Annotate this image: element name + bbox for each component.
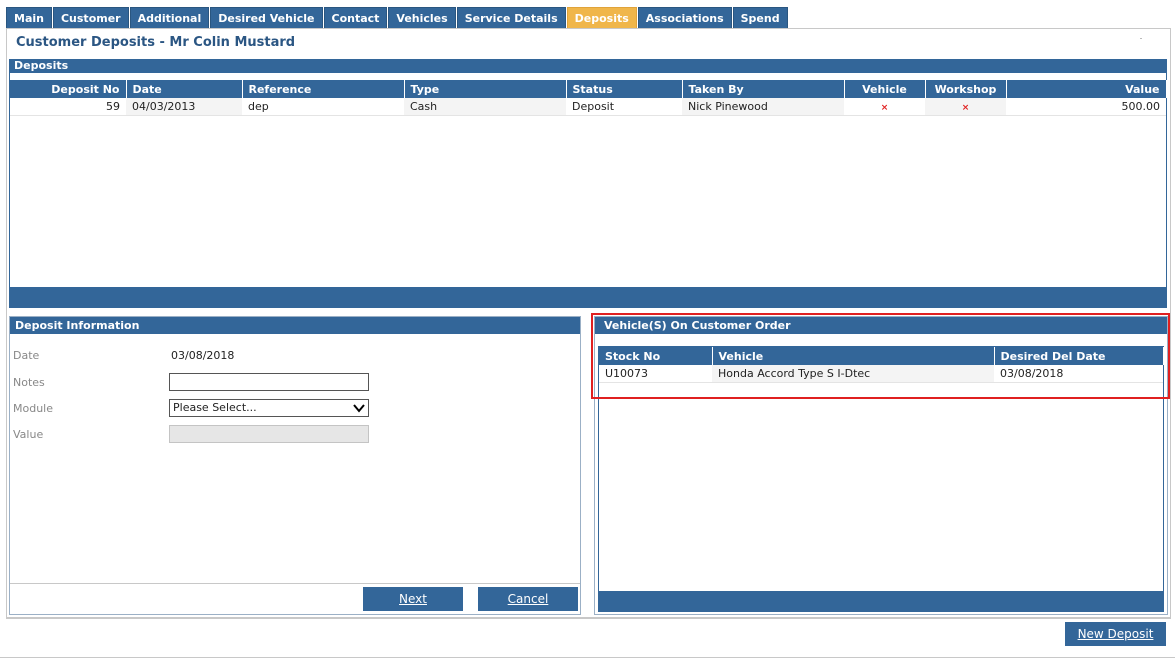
deposits-section-header: Deposits xyxy=(9,59,1167,73)
table-row[interactable]: 59 04/03/2013 dep Cash Deposit Nick Pine… xyxy=(10,98,1166,116)
vehicle-cross-icon: × xyxy=(880,102,889,113)
cell-stock-no: U10073 xyxy=(599,365,712,383)
cell-type: Cash xyxy=(404,98,566,116)
cancel-button[interactable]: Cancel xyxy=(478,587,578,611)
cell-value: 500.00 xyxy=(1006,98,1166,116)
tab-associations[interactable]: Associations xyxy=(637,7,732,28)
tab-deposits[interactable]: Deposits xyxy=(566,7,637,28)
deposits-table: Deposit No Date Reference Type Status Ta… xyxy=(10,80,1167,116)
tab-customer[interactable]: Customer xyxy=(52,7,129,28)
date-value: 03/08/2018 xyxy=(171,349,235,362)
col-stock-no[interactable]: Stock No xyxy=(599,347,713,365)
tab-contact[interactable]: Contact xyxy=(323,7,388,28)
col-vehicle[interactable]: Vehicle xyxy=(844,80,926,98)
deposit-information-header: Deposit Information xyxy=(10,317,580,334)
new-deposit-button[interactable]: New Deposit xyxy=(1065,622,1166,646)
deposits-header-row: Deposit No Date Reference Type Status Ta… xyxy=(10,80,1167,98)
module-selected-value: Please Select... xyxy=(173,401,257,414)
cell-desired-del-date: 03/08/2018 xyxy=(994,365,1163,383)
col-date[interactable]: Date xyxy=(126,80,243,98)
col-vehicle-name[interactable]: Vehicle xyxy=(712,347,995,365)
bottom-divider xyxy=(0,657,1175,658)
cell-date: 04/03/2013 xyxy=(126,98,242,116)
tab-vehicles[interactable]: Vehicles xyxy=(388,7,456,28)
col-status[interactable]: Status xyxy=(566,80,683,98)
cell-status: Deposit xyxy=(566,98,682,116)
tab-main[interactable]: Main xyxy=(6,7,52,28)
col-reference[interactable]: Reference xyxy=(242,80,405,98)
col-type[interactable]: Type xyxy=(404,80,567,98)
module-label: Module xyxy=(13,402,53,415)
tab-additional[interactable]: Additional xyxy=(129,7,210,28)
bottom-action-bar xyxy=(6,618,1171,648)
col-workshop[interactable]: Workshop xyxy=(925,80,1007,98)
notes-label: Notes xyxy=(13,376,45,389)
module-select[interactable]: Please Select... xyxy=(169,399,369,417)
col-deposit-no[interactable]: Deposit No xyxy=(10,80,127,98)
vehicles-grid: Stock No Vehicle Desired Del Date U10073… xyxy=(598,346,1164,612)
col-desired-del-date[interactable]: Desired Del Date xyxy=(994,347,1164,365)
deposit-information-panel: Deposit Information Date 03/08/2018 Note… xyxy=(9,316,581,615)
cell-reference: dep xyxy=(242,98,404,116)
deposits-grid: Deposit No Date Reference Type Status Ta… xyxy=(9,73,1167,308)
col-value[interactable]: Value xyxy=(1006,80,1167,98)
tab-service-details[interactable]: Service Details xyxy=(456,7,566,28)
col-taken-by[interactable]: Taken By xyxy=(682,80,845,98)
tab-spend[interactable]: Spend xyxy=(732,7,788,28)
page-title: Customer Deposits - Mr Colin Mustard xyxy=(16,35,296,50)
cell-vehicle-name: Honda Accord Type S I-Dtec xyxy=(712,365,994,383)
tab-bar: Main Customer Additional Desired Vehicle… xyxy=(6,7,789,28)
value-input-disabled xyxy=(169,425,369,443)
cell-deposit-no: 59 xyxy=(10,98,126,116)
vehicles-on-order-panel: Vehicle(S) On Customer Order Stock No Ve… xyxy=(594,316,1168,615)
decorative-dot xyxy=(1140,38,1142,39)
vehicles-table: Stock No Vehicle Desired Del Date U10073… xyxy=(599,347,1164,383)
next-button[interactable]: Next xyxy=(363,587,463,611)
cell-taken-by: Nick Pinewood xyxy=(682,98,844,116)
chevron-down-icon xyxy=(353,404,365,413)
workshop-cross-icon: × xyxy=(961,102,970,113)
table-row[interactable]: U10073 Honda Accord Type S I-Dtec 03/08/… xyxy=(599,365,1163,383)
notes-input[interactable] xyxy=(169,373,369,391)
vehicles-grid-footer xyxy=(599,591,1163,611)
tab-desired-vehicle[interactable]: Desired Vehicle xyxy=(210,7,323,28)
info-divider xyxy=(10,583,580,584)
deposits-grid-footer xyxy=(10,287,1166,307)
vehicles-header-row: Stock No Vehicle Desired Del Date xyxy=(599,347,1164,365)
date-label: Date xyxy=(13,349,40,362)
value-label: Value xyxy=(13,428,44,441)
vehicles-on-order-header: Vehicle(S) On Customer Order xyxy=(595,317,1167,334)
